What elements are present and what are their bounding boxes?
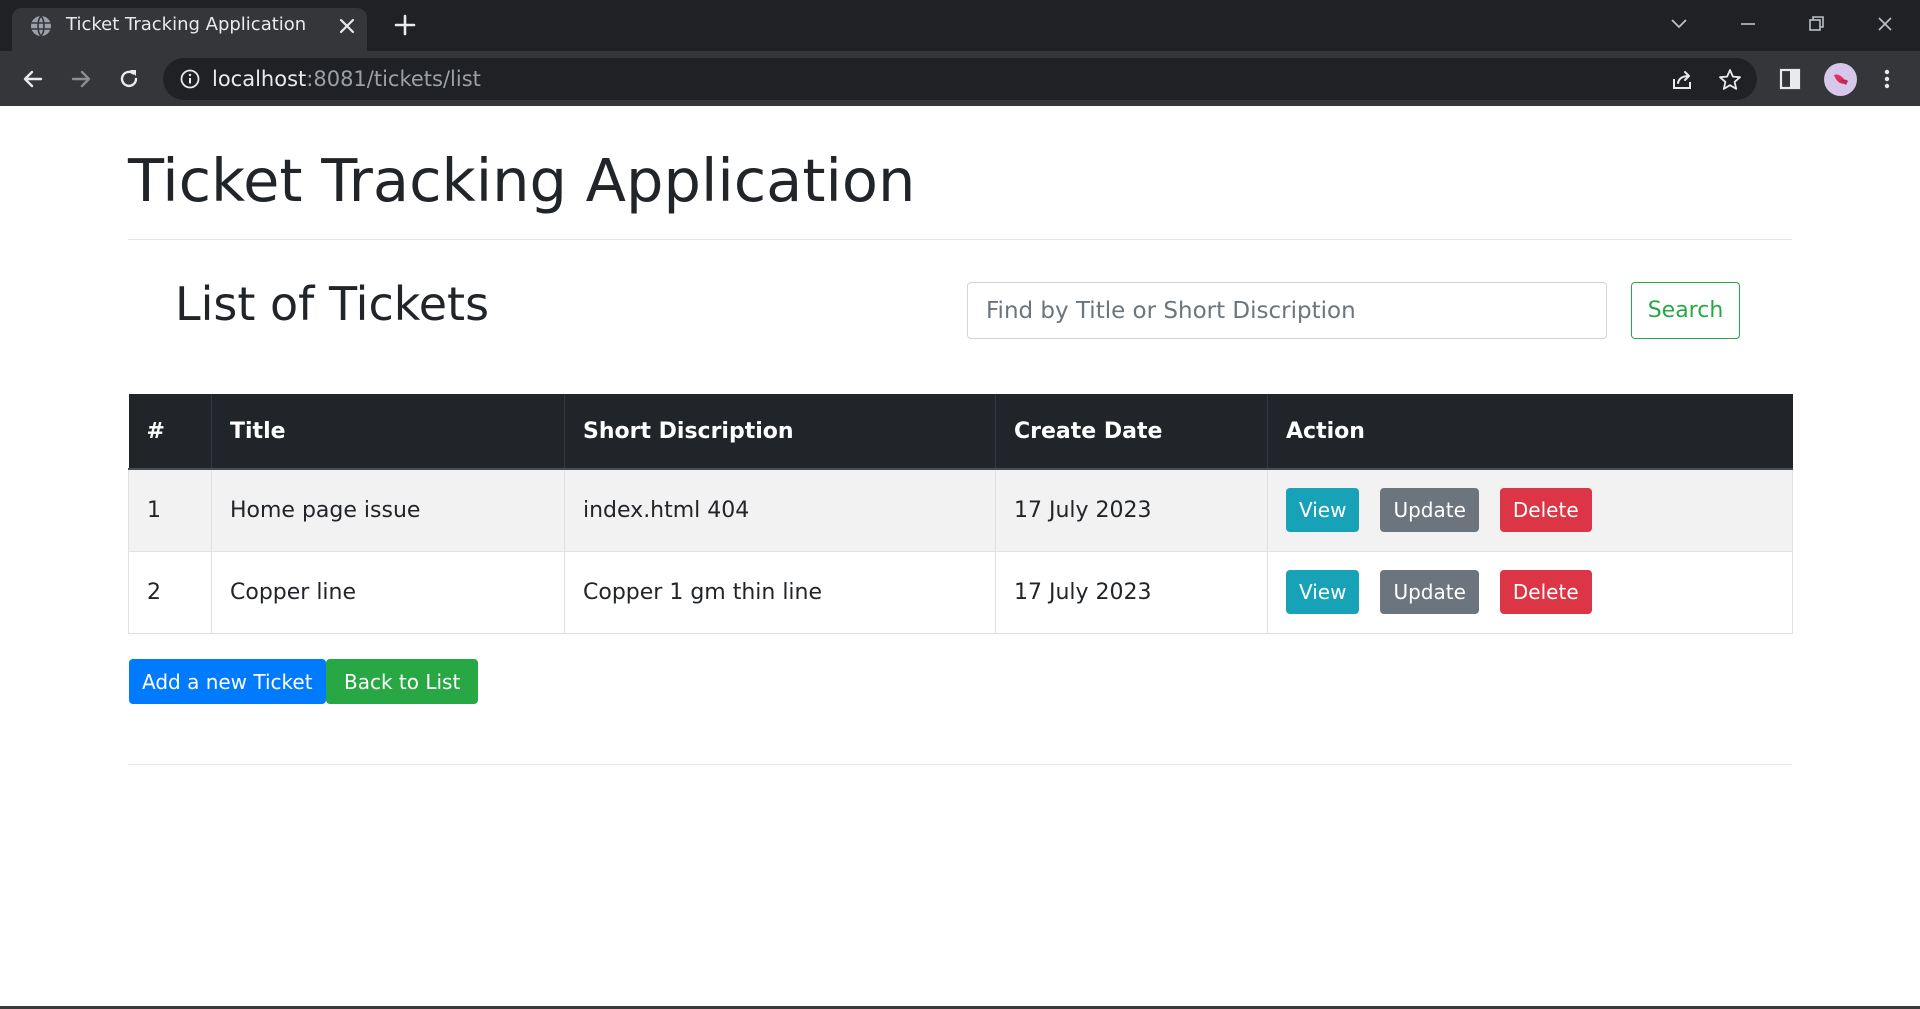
browser-toolbar: localhost:8081/tickets/list bbox=[0, 51, 1920, 106]
header-divider bbox=[128, 239, 1792, 240]
row-actions: View Update Delete bbox=[1267, 550, 1793, 634]
footer-divider bbox=[128, 764, 1792, 765]
url-path: :8081/tickets/list bbox=[306, 67, 481, 91]
url-host: localhost bbox=[212, 67, 307, 91]
update-button[interactable]: Update bbox=[1380, 570, 1479, 614]
row-title: Copper line bbox=[211, 550, 565, 634]
add-ticket-button[interactable]: Add a new Ticket bbox=[129, 659, 326, 704]
window-close-icon[interactable] bbox=[1871, 10, 1899, 38]
header-create-date: Create Date bbox=[995, 394, 1268, 470]
tickets-table: # Title Short Discription Create Date Ac… bbox=[128, 394, 1793, 634]
side-panel-icon[interactable] bbox=[1776, 65, 1804, 93]
browser-tab[interactable]: Ticket Tracking Application bbox=[12, 8, 367, 51]
search-input[interactable] bbox=[967, 282, 1607, 339]
section-title: List of Tickets bbox=[175, 277, 490, 331]
table-row: 1 Home page issue index.html 404 17 July… bbox=[128, 468, 1793, 552]
header-title: Title bbox=[211, 394, 565, 470]
delete-button[interactable]: Delete bbox=[1499, 488, 1592, 533]
address-bar[interactable]: localhost:8081/tickets/list bbox=[163, 58, 1757, 100]
profile-avatar[interactable] bbox=[1824, 63, 1857, 96]
row-title: Home page issue bbox=[211, 468, 565, 552]
view-button[interactable]: View bbox=[1286, 570, 1360, 614]
forward-icon[interactable] bbox=[67, 65, 95, 93]
delete-button[interactable]: Delete bbox=[1499, 570, 1592, 614]
header-action: Action bbox=[1267, 394, 1793, 470]
avatar-image bbox=[1834, 74, 1848, 85]
row-create-date: 17 July 2023 bbox=[995, 550, 1268, 634]
kebab-menu-icon[interactable] bbox=[1873, 65, 1901, 93]
globe-icon bbox=[31, 15, 51, 37]
row-description: index.html 404 bbox=[564, 468, 996, 552]
close-icon[interactable] bbox=[338, 17, 356, 35]
browser-tab-strip: Ticket Tracking Application bbox=[0, 0, 1920, 51]
header-short-description: Short Discription bbox=[564, 394, 996, 470]
tab-title: Ticket Tracking Application bbox=[66, 14, 307, 35]
row-actions: View Update Delete bbox=[1267, 468, 1793, 552]
plus-icon[interactable] bbox=[392, 12, 418, 38]
update-button[interactable]: Update bbox=[1380, 488, 1479, 533]
row-description: Copper 1 gm thin line bbox=[564, 550, 996, 634]
star-icon[interactable] bbox=[1717, 67, 1743, 93]
share-icon[interactable] bbox=[1669, 67, 1695, 93]
row-number: 1 bbox=[128, 468, 212, 552]
back-icon[interactable] bbox=[19, 65, 47, 93]
minimize-icon[interactable] bbox=[1734, 10, 1762, 38]
table-header-row: # Title Short Discription Create Date Ac… bbox=[128, 394, 1793, 470]
view-button[interactable]: View bbox=[1286, 488, 1360, 533]
header-number: # bbox=[128, 394, 212, 470]
restore-icon[interactable] bbox=[1802, 10, 1830, 38]
url-text[interactable]: localhost:8081/tickets/list bbox=[212, 67, 481, 91]
page-content: Ticket Tracking Application List of Tick… bbox=[0, 106, 1920, 1009]
info-icon[interactable] bbox=[179, 68, 201, 90]
row-number: 2 bbox=[128, 550, 212, 634]
table-row: 2 Copper line Copper 1 gm thin line 17 J… bbox=[128, 550, 1793, 634]
chevron-down-icon[interactable] bbox=[1665, 10, 1693, 38]
back-to-list-button[interactable]: Back to List bbox=[326, 659, 479, 704]
reload-icon[interactable] bbox=[115, 65, 143, 93]
search-button[interactable]: Search bbox=[1631, 282, 1740, 339]
row-create-date: 17 July 2023 bbox=[995, 468, 1268, 552]
page-title: Ticket Tracking Application bbox=[128, 146, 916, 215]
